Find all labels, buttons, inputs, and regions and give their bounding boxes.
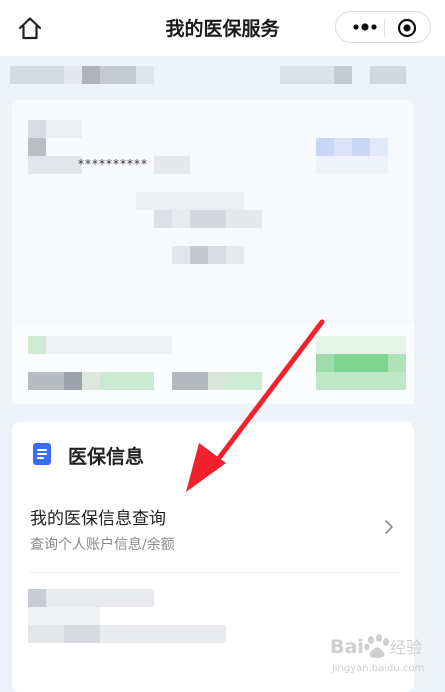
watermark-url: jingyan.baidu.com: [331, 663, 424, 674]
masked-card-number: **********: [78, 157, 148, 171]
insurance-info-query-item[interactable]: 我的医保信息查询 查询个人账户信息/余额: [12, 492, 414, 570]
menu-item-title: 我的医保信息查询: [30, 509, 166, 529]
target-close-icon[interactable]: [397, 18, 417, 38]
watermark-brand-cn: 经验: [390, 638, 422, 657]
chevron-right-icon: [385, 520, 393, 534]
masked-account-card: **********: [0, 56, 445, 416]
list-divider: [30, 572, 400, 573]
menu-item-subtitle: 查询个人账户信息/余额: [30, 537, 175, 553]
svg-text:Bai: Bai: [330, 636, 364, 658]
capsule-divider: [384, 19, 385, 37]
section-title: 医保信息: [68, 446, 145, 468]
more-dots-icon[interactable]: [352, 22, 378, 32]
top-nav-bar: 我的医保服务: [0, 0, 445, 56]
mini-program-capsule: [335, 11, 431, 43]
document-icon: [33, 443, 51, 465]
baidu-watermark-logo: Bai 经验 jingyan.baidu.com: [330, 634, 424, 674]
